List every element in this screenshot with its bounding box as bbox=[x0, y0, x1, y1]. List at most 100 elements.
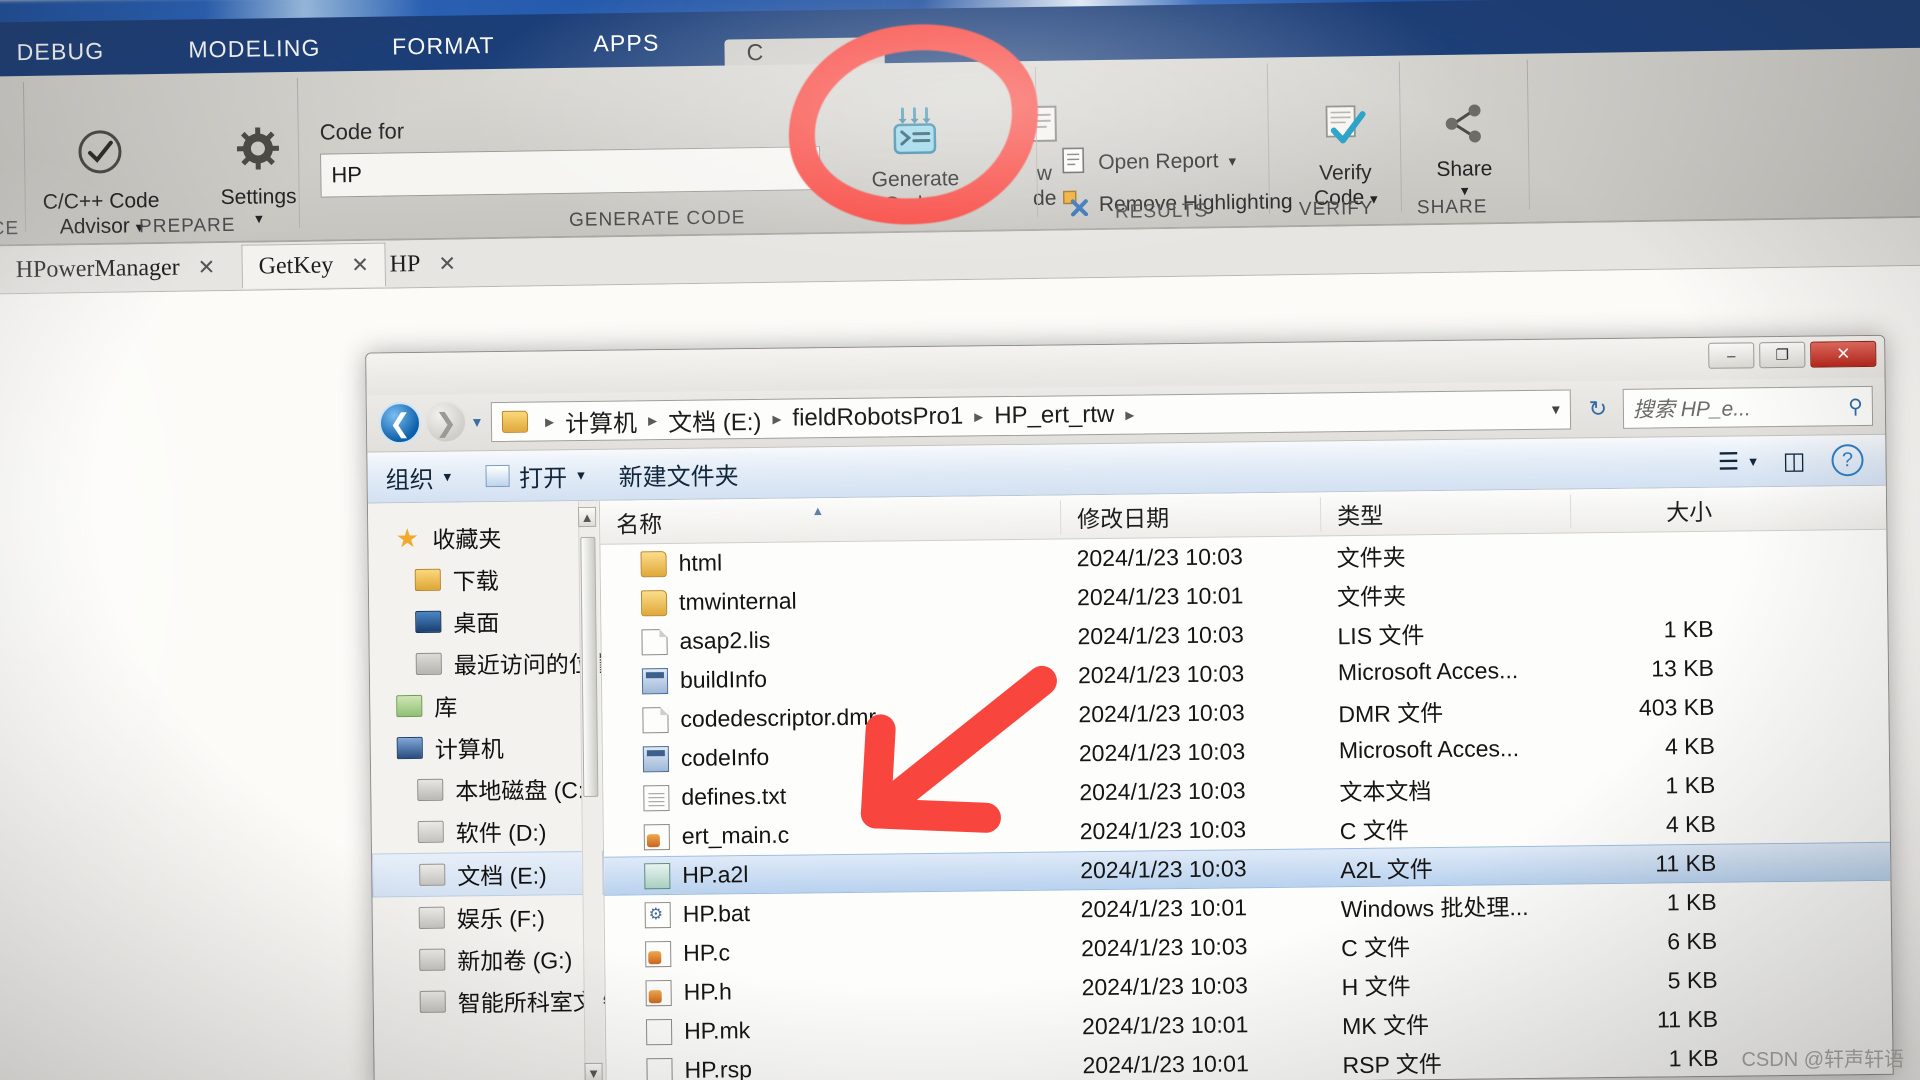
column-header-name[interactable]: 名称 ▴ bbox=[600, 500, 1060, 539]
model-tab-getkey[interactable]: GetKey ✕ bbox=[241, 242, 387, 289]
verify-code-line1: Verify bbox=[1318, 160, 1372, 185]
breadcrumb-item-documents-e[interactable]: 文档 (E:) bbox=[668, 401, 762, 437]
file-name-label: asap2.lis bbox=[679, 626, 771, 654]
generate-code-line2: Code ▾ bbox=[883, 192, 948, 216]
model-tab-hpowermanager[interactable]: HPowerManager ✕ bbox=[0, 245, 232, 292]
chevron-down-icon[interactable]: ▾ bbox=[940, 197, 948, 214]
sidebar-item[interactable]: 最近访问的位置 bbox=[370, 641, 607, 686]
ribbon-tab-format[interactable]: FORMAT bbox=[378, 15, 509, 77]
sidebar-item-label: 下载 bbox=[452, 568, 499, 595]
ribbon-tab-apps[interactable]: APPS bbox=[566, 12, 687, 74]
column-header-size[interactable]: 大小 bbox=[1569, 492, 1731, 528]
remove-highlighting-glyph bbox=[1062, 190, 1089, 217]
explorer-navigation-pane[interactable]: ★ 收藏夹下载桌面 最近访问的位置库计算机 本地磁盘 (C:) 软件 (D:) 文档 (E… bbox=[367, 500, 607, 1080]
file-type-cell: DMR 文件 bbox=[1338, 699, 1444, 727]
sidebar-item[interactable]: 文档 (E:) bbox=[372, 850, 604, 898]
close-icon[interactable]: ✕ bbox=[438, 251, 456, 276]
chevron-down-icon: ▾ bbox=[577, 466, 585, 485]
generate-code-button[interactable]: Generate Code ▾ bbox=[839, 106, 991, 219]
explorer-file-list[interactable]: 名称 ▴ 修改日期 类型 大小 html 2024/1/23 10:03 文件夹 tm… bbox=[599, 485, 1893, 1080]
sidebar-item-label: 文档 (E:) bbox=[457, 862, 547, 890]
file-size-cell: 1 KB bbox=[1663, 615, 1714, 643]
chevron-down-icon[interactable]: ▾ bbox=[1228, 152, 1236, 170]
file-name-cell: HP.h bbox=[606, 974, 1066, 1006]
organize-menu-button[interactable]: 组织 ▾ bbox=[385, 459, 451, 495]
clock-icon bbox=[645, 979, 672, 1006]
maximize-icon: ❐ bbox=[1775, 346, 1790, 365]
breadcrumb[interactable]: ▸ 计算机 ▸ 文档 (E:) ▸ fieldRobotsPro1 ▸ HP_e… bbox=[490, 389, 1572, 443]
chevron-right-icon: ❯ bbox=[434, 406, 458, 438]
sidebar-item[interactable]: 计算机 bbox=[371, 725, 602, 770]
close-icon[interactable]: ✕ bbox=[197, 255, 215, 280]
help-button[interactable]: ? bbox=[1831, 444, 1864, 477]
ribbon-tab-modeling[interactable]: MODELING bbox=[174, 17, 335, 79]
column-header-type[interactable]: 类型 bbox=[1319, 493, 1571, 531]
sidebar-item[interactable]: 智能所科室文件 bbox=[374, 979, 607, 1024]
cpp-code-advisor-line2: Advisor ▾ bbox=[59, 213, 144, 238]
chevron-down-icon: ▾ bbox=[1749, 453, 1757, 471]
chevron-down-icon[interactable]: ▾ bbox=[255, 210, 263, 228]
sidebar-item-label: 库 bbox=[434, 694, 458, 721]
maximize-button[interactable]: ❐ bbox=[1759, 341, 1806, 369]
report-document-glyph bbox=[1062, 147, 1085, 174]
new-folder-button[interactable]: 新建文件夹 bbox=[618, 456, 739, 492]
open-report-button[interactable]: Open Report ▾ bbox=[1060, 144, 1236, 181]
preview-pane-button[interactable]: ◫ bbox=[1783, 446, 1806, 475]
breadcrumb-item-hp-ert-rtw[interactable]: HP_ert_rtw bbox=[994, 401, 1114, 430]
close-icon[interactable]: ✕ bbox=[351, 252, 369, 277]
scroll-up-icon[interactable]: ▲ bbox=[577, 506, 597, 528]
file-type-cell: 文件夹 bbox=[1336, 582, 1407, 610]
ribbon-body: uick art TANCE C/C++ Code Advisor bbox=[0, 47, 1920, 247]
sidebar-item[interactable]: ★ 收藏夹 bbox=[368, 515, 599, 560]
chevron-down-icon[interactable]: ▾ bbox=[1552, 400, 1560, 420]
open-label: 打开 bbox=[519, 464, 568, 493]
sidebar-item[interactable]: 娱乐 (F:) bbox=[373, 895, 604, 940]
scroll-down-icon[interactable]: ▼ bbox=[584, 1062, 603, 1080]
breadcrumb-item-computer[interactable]: 计算机 bbox=[565, 403, 637, 439]
change-view-button[interactable]: ☰ ▾ bbox=[1718, 447, 1757, 476]
generate-code-glyph bbox=[893, 107, 937, 155]
file-date-cell: 2024/1/23 10:01 bbox=[1082, 1050, 1249, 1079]
sidebar-item[interactable]: 桌面 bbox=[369, 599, 600, 644]
minimize-button[interactable]: – bbox=[1708, 342, 1755, 369]
sidebar-item[interactable]: 新加卷 (G:) bbox=[373, 937, 604, 982]
refresh-button[interactable]: ↻ bbox=[1579, 390, 1617, 428]
verify-code-button[interactable]: Verify Code ▾ bbox=[1289, 104, 1401, 212]
share-button[interactable]: Share ▾ bbox=[1415, 102, 1512, 201]
file-date-cell: 2024/1/23 10:03 bbox=[1077, 660, 1245, 689]
model-tab-hp[interactable]: HP ✕ bbox=[373, 241, 472, 286]
ribbon-tab-format-label: FORMAT bbox=[391, 31, 495, 60]
ribbon-tab-debug[interactable]: DEBUG bbox=[0, 21, 121, 83]
drv-icon bbox=[418, 906, 445, 929]
folder-icon bbox=[501, 410, 529, 433]
sidebar-item[interactable]: 下载 bbox=[369, 557, 600, 602]
lib-icon bbox=[396, 694, 423, 718]
file-date-cell: 2024/1/23 10:01 bbox=[1080, 894, 1248, 923]
file-type-cell: RSP 文件 bbox=[1342, 1050, 1442, 1078]
file-name-label: codeInfo bbox=[680, 743, 770, 771]
column-header-name-label: 名称 bbox=[616, 510, 663, 538]
sidebar-item[interactable]: 本地磁盘 (C:) bbox=[371, 767, 602, 812]
file-size-cell bbox=[1571, 551, 1731, 553]
matlab-simulink-window: DEBUG MODELING FORMAT APPS C CODE ✕ bbox=[0, 0, 1920, 1080]
new-folder-label: 新建文件夹 bbox=[618, 462, 739, 492]
open-menu-button[interactable]: 打开 ▾ bbox=[485, 457, 585, 493]
scrollbar-thumb[interactable] bbox=[580, 536, 599, 798]
file-type-cell: A2L 文件 bbox=[1340, 855, 1433, 883]
breadcrumb-item-fieldrobotspro1[interactable]: fieldRobotsPro1 bbox=[792, 403, 963, 433]
windows-explorer-window[interactable]: – ❐ ✕ ❮ ❯ ▾ ▸ 计算机 ▸ 文档 (E:) ▸ fieldRobot… bbox=[365, 334, 1894, 1080]
code-for-value: HP bbox=[331, 161, 363, 188]
settings-button[interactable]: Settings ▾ bbox=[220, 124, 297, 228]
forward-button[interactable]: ❯ bbox=[424, 401, 468, 444]
view-code-icon bbox=[1023, 105, 1064, 156]
history-dropdown-button[interactable]: ▾ bbox=[473, 412, 481, 432]
check-circle-icon bbox=[75, 126, 126, 184]
close-button[interactable]: ✕ bbox=[1810, 340, 1877, 368]
file-size-cell bbox=[1571, 590, 1731, 592]
back-button[interactable]: ❮ bbox=[378, 401, 422, 445]
search-input[interactable]: 搜索 HP_e... ⚲ bbox=[1622, 385, 1874, 429]
code-for-input[interactable]: HP bbox=[320, 146, 821, 198]
sidebar-item[interactable]: 库 bbox=[370, 683, 601, 728]
sidebar-item[interactable]: 软件 (D:) bbox=[372, 809, 603, 854]
column-header-date[interactable]: 修改日期 bbox=[1059, 496, 1321, 534]
